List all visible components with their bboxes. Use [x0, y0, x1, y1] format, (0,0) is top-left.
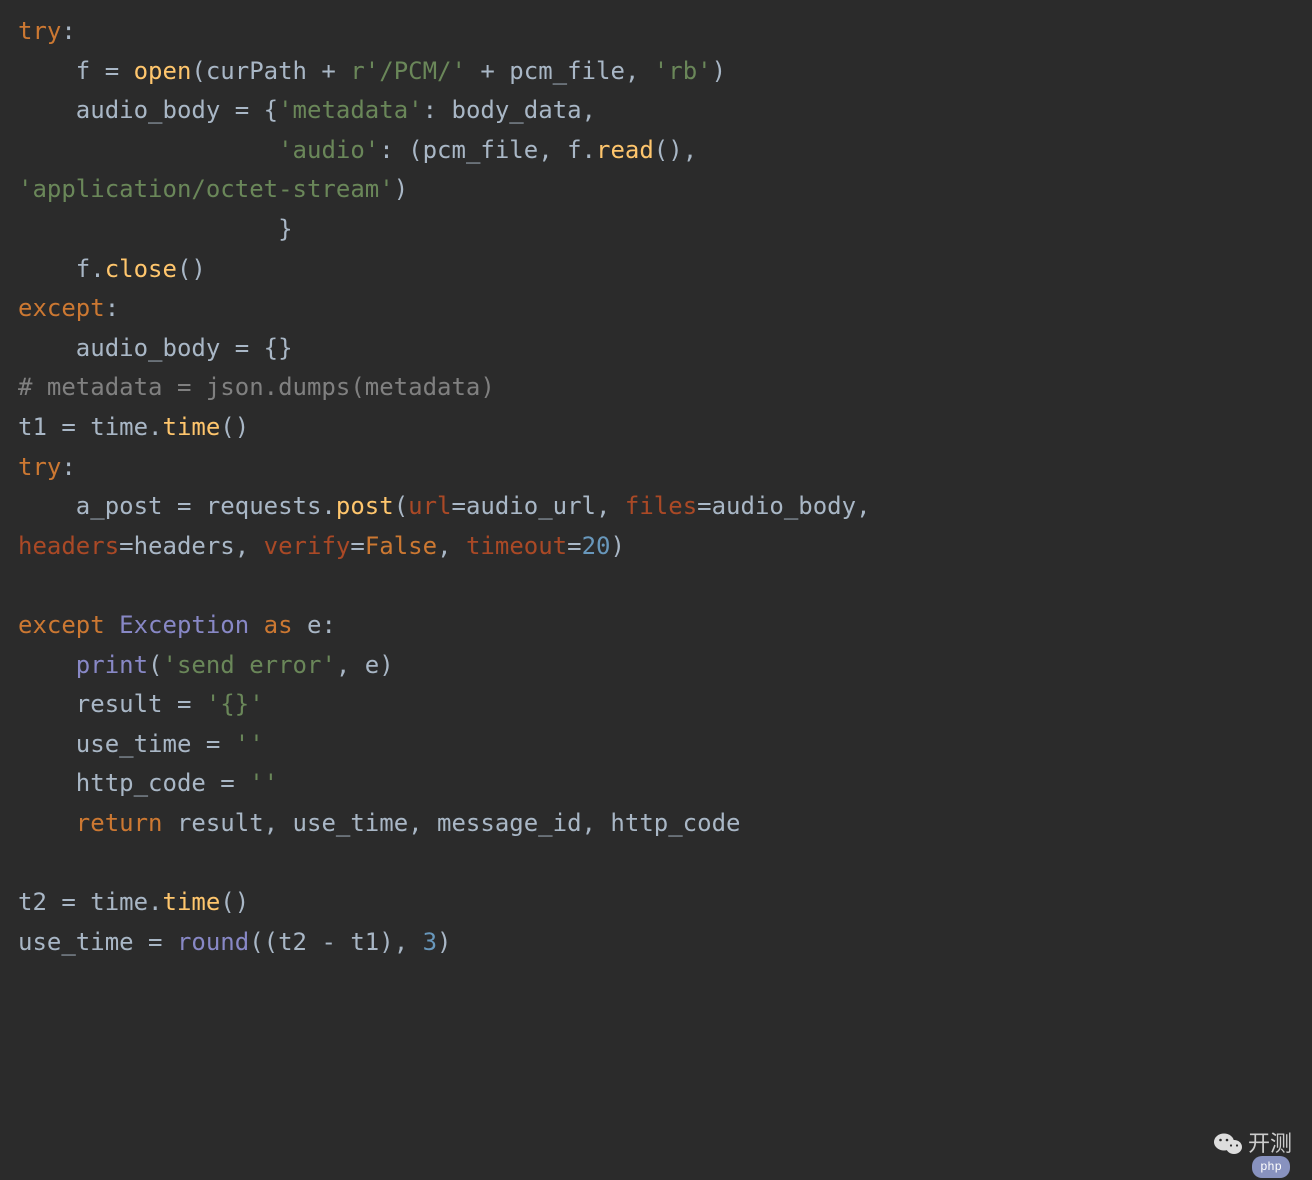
code-block: try: f = open(curPath + r'/PCM/' + pcm_f…: [18, 12, 1294, 962]
php-badge: php: [1252, 1156, 1290, 1178]
fn-print: print: [76, 651, 148, 679]
kw-return: return: [76, 809, 163, 837]
wechat-icon: [1214, 1132, 1242, 1156]
kw-try: try: [18, 17, 61, 45]
comment: # metadata = json.dumps(metadata): [18, 373, 495, 401]
fn-round: round: [177, 928, 249, 956]
kw-except: except: [18, 294, 105, 322]
fn-open: open: [134, 57, 192, 85]
